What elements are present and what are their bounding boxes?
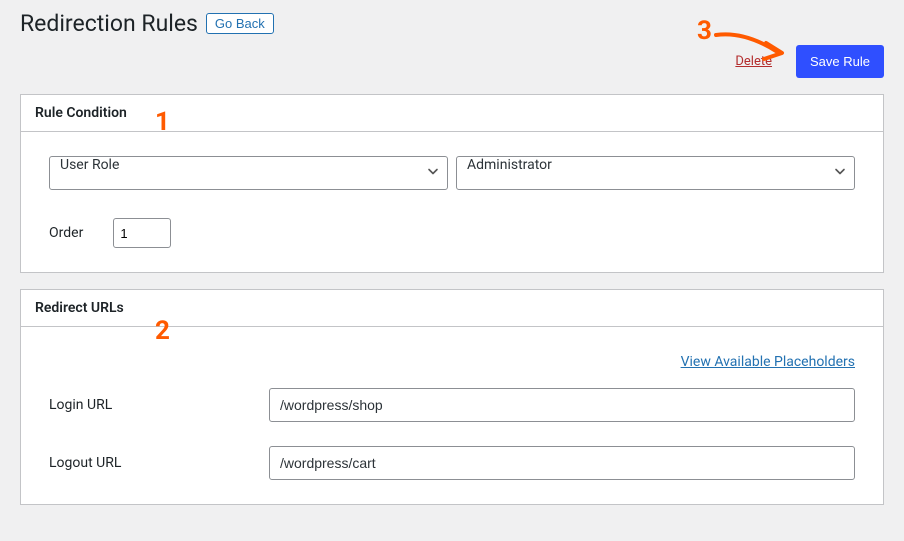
condition-type-select[interactable]: User Role (49, 156, 448, 190)
rule-condition-panel: Rule Condition User Role Administrator O… (20, 94, 884, 273)
view-placeholders-link[interactable]: View Available Placeholders (681, 354, 855, 370)
login-url-label: Login URL (49, 397, 229, 413)
login-url-input[interactable] (269, 388, 855, 422)
top-actions-bar: Delete Save Rule (20, 45, 884, 78)
logout-url-label: Logout URL (49, 455, 229, 471)
order-input[interactable] (113, 218, 171, 248)
redirect-urls-header: Redirect URLs (21, 290, 883, 327)
role-value-select[interactable]: Administrator (456, 156, 855, 190)
logout-url-input[interactable] (269, 446, 855, 480)
page-title: Redirection Rules (20, 10, 198, 37)
order-label: Order (49, 225, 83, 241)
redirect-urls-panel: Redirect URLs View Available Placeholder… (20, 289, 884, 505)
save-rule-button[interactable]: Save Rule (796, 45, 884, 78)
delete-link[interactable]: Delete (735, 54, 772, 69)
go-back-button[interactable]: Go Back (206, 13, 274, 34)
rule-condition-header: Rule Condition (21, 95, 883, 132)
